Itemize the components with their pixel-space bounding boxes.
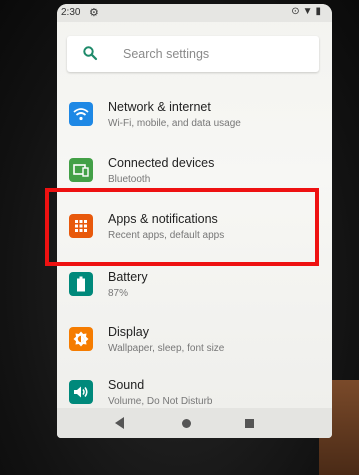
home-icon[interactable] — [182, 419, 191, 428]
settings-item-title: Network & internet — [108, 100, 211, 114]
settings-item-title: Connected devices — [108, 156, 215, 170]
devices-icon — [69, 158, 93, 182]
settings-item-title: Sound — [108, 378, 145, 392]
wifi-icon — [69, 102, 93, 126]
search-placeholder: Search settings — [123, 47, 210, 61]
battery-icon — [69, 272, 93, 296]
settings-item-display[interactable]: Display Wallpaper, sleep, font size — [57, 315, 332, 369]
settings-item-subtitle: Wi-Fi, mobile, and data usage — [108, 118, 241, 129]
status-time: 2:30 — [61, 7, 81, 18]
location-icon: ⊙ — [291, 6, 303, 17]
settings-item-battery[interactable]: Battery 87% — [57, 260, 332, 314]
back-icon[interactable] — [115, 417, 125, 429]
navigation-bar — [57, 408, 332, 438]
highlight-box — [45, 188, 319, 266]
settings-item-subtitle: Wallpaper, sleep, font size — [108, 343, 225, 354]
search-bar[interactable]: Search settings — [67, 36, 319, 72]
status-icons: ⊙▼▮ — [291, 6, 324, 17]
settings-notification-icon: ⚙ — [89, 7, 99, 19]
settings-item-subtitle: Bluetooth — [108, 174, 151, 185]
settings-item-subtitle: 87% — [108, 288, 129, 299]
signal-icon: ▼ — [302, 6, 316, 17]
battery-status-icon: ▮ — [315, 6, 324, 17]
status-bar: 2:30 ⚙ ⊙▼▮ — [57, 4, 332, 22]
search-icon — [83, 46, 98, 61]
settings-item-subtitle: Volume, Do Not Disturb — [108, 396, 213, 407]
recents-icon[interactable] — [245, 419, 254, 428]
settings-item-title: Display — [108, 325, 149, 339]
brightness-icon — [69, 327, 93, 351]
volume-icon — [69, 380, 93, 404]
settings-item-network[interactable]: Network & internet Wi-Fi, mobile, and da… — [57, 90, 332, 144]
settings-item-title: Battery — [108, 270, 148, 284]
